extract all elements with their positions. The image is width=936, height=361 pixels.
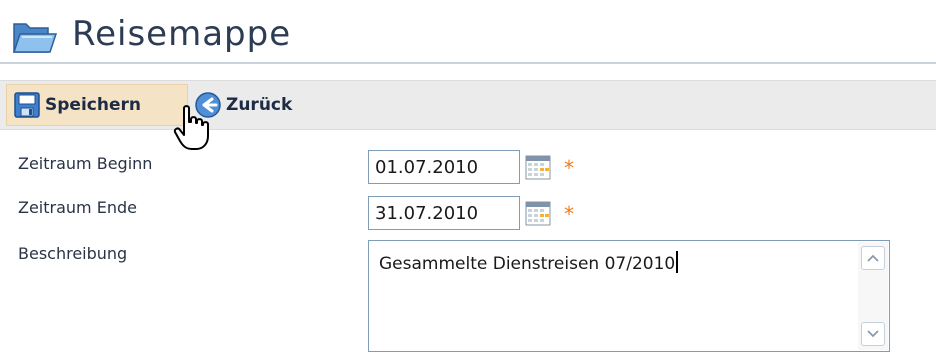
description-scrollbar[interactable] [858, 242, 888, 350]
scroll-up-button[interactable] [861, 246, 885, 270]
description-text: Gesammelte Dienstreisen 07/2010 [379, 254, 676, 274]
page-title: Reisemappe [72, 14, 292, 54]
save-button-label: Speichern [45, 95, 141, 115]
description-text-wrap: Gesammelte Dienstreisen 07/2010 [379, 251, 679, 274]
chevron-up-icon [867, 254, 879, 262]
back-button-label: Zurück [226, 95, 293, 115]
open-folder-icon [12, 23, 58, 53]
back-arrow-icon [195, 92, 221, 118]
end-date-field[interactable] [368, 196, 520, 230]
back-button[interactable]: Zurück [192, 84, 324, 126]
page: Reisemappe Speichern Zurück Zeitraum Beg… [0, 0, 936, 361]
chevron-down-icon [867, 330, 879, 338]
save-disk-icon [14, 92, 40, 118]
required-marker: * [564, 202, 574, 226]
toolbar: Speichern Zurück [0, 80, 936, 130]
calendar-icon[interactable] [524, 153, 552, 181]
calendar-icon[interactable] [524, 199, 552, 227]
start-date-label: Zeitraum Beginn [18, 154, 153, 173]
text-caret [676, 251, 679, 273]
description-textarea[interactable]: Gesammelte Dienstreisen 07/2010 [368, 240, 890, 352]
page-header: Reisemappe [0, 0, 936, 64]
scroll-down-button[interactable] [861, 322, 885, 346]
required-marker: * [564, 156, 574, 180]
save-button[interactable]: Speichern [6, 84, 188, 126]
description-label: Beschreibung [18, 244, 128, 263]
start-date-field[interactable] [368, 150, 520, 184]
end-date-label: Zeitraum Ende [18, 198, 137, 217]
